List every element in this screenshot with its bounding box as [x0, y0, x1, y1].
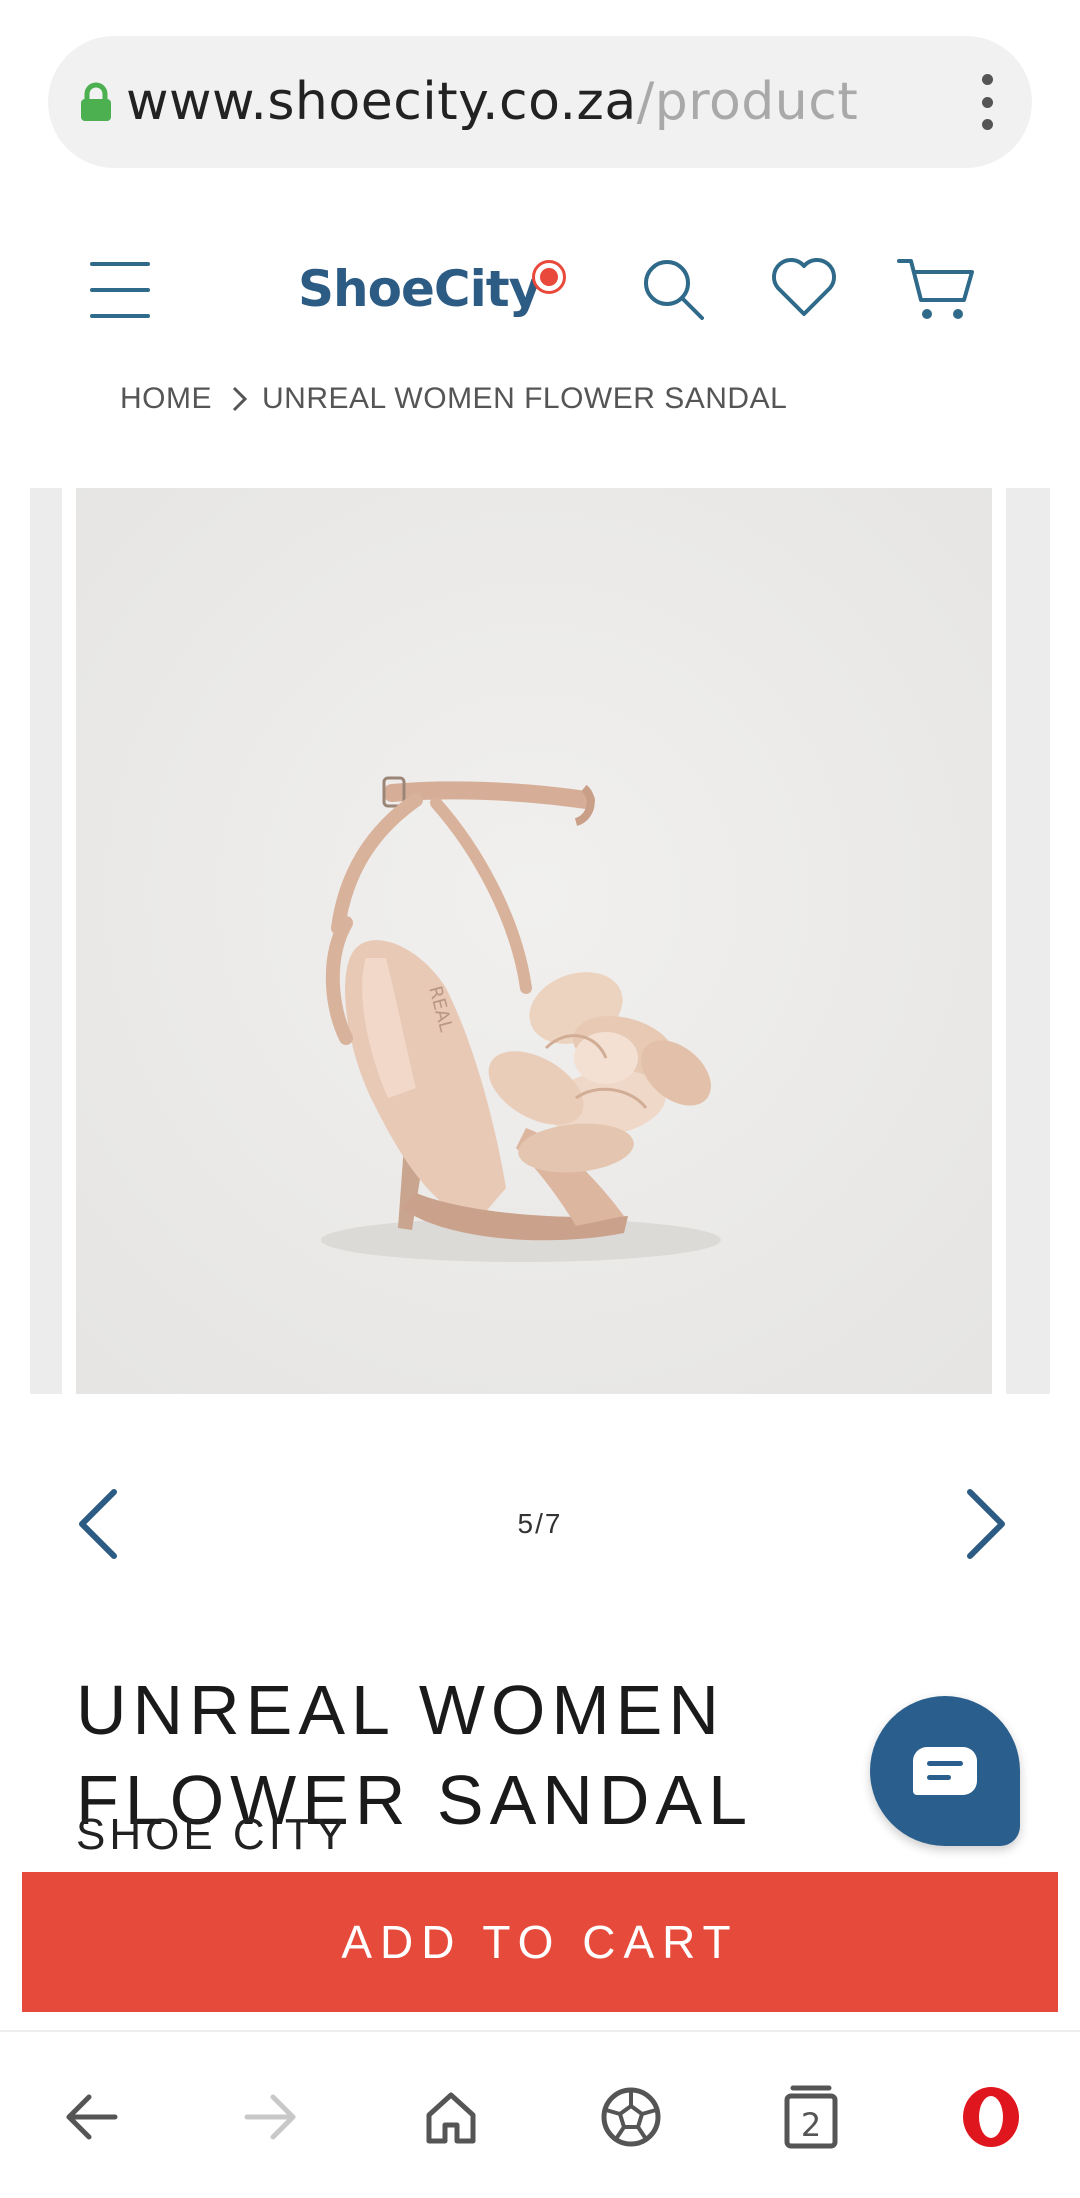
chevron-right-icon	[232, 386, 248, 412]
cart-icon[interactable]	[896, 256, 976, 324]
breadcrumb-current: UNREAL WOMEN FLOWER SANDAL	[262, 382, 788, 415]
sandal-illustration: REAL	[76, 488, 992, 1394]
tab-count: 2	[801, 2106, 821, 2144]
breadcrumb: HOME UNREAL WOMEN FLOWER SANDAL	[120, 382, 787, 416]
arrow-left-icon	[66, 2094, 118, 2140]
site-header: ShoeCity	[0, 240, 1080, 350]
image-counter: 5/7	[517, 1508, 563, 1539]
menu-icon[interactable]	[90, 262, 150, 318]
browser-bottom-nav: 2	[0, 2030, 1080, 2198]
gallery-previous-peek	[30, 488, 62, 1394]
product-image[interactable]: REAL	[76, 488, 992, 1394]
product-brand: SHOE CITY	[76, 1810, 350, 1859]
soccer-ball-icon	[601, 2087, 661, 2147]
next-image-button[interactable]	[960, 1486, 1010, 1562]
back-button[interactable]	[56, 2082, 126, 2152]
chat-button[interactable]	[870, 1696, 1020, 1846]
gallery-next-peek	[1006, 488, 1050, 1394]
tabs-button[interactable]: 2	[776, 2082, 846, 2152]
add-to-cart-button[interactable]: ADD TO CART	[22, 1872, 1058, 2012]
home-button[interactable]	[416, 2082, 486, 2152]
url-path: /product	[636, 72, 859, 132]
opera-menu-button[interactable]	[956, 2082, 1026, 2152]
url-text: www.shoecity.co.za/product	[126, 72, 972, 132]
gallery-pager: 5/7	[0, 1486, 1080, 1566]
home-icon	[426, 2092, 476, 2144]
url-domain: www.shoecity.co.za	[126, 72, 637, 132]
opera-logo-icon	[963, 2087, 1019, 2147]
site-logo[interactable]: ShoeCity	[298, 260, 541, 318]
forward-button[interactable]	[236, 2082, 306, 2152]
wishlist-heart-icon[interactable]	[770, 256, 838, 318]
lock-icon	[81, 82, 111, 121]
arrow-right-icon	[244, 2094, 296, 2140]
browser-menu-icon[interactable]	[972, 74, 1002, 130]
speed-dial-button[interactable]	[596, 2082, 666, 2152]
address-bar[interactable]: www.shoecity.co.za/product	[48, 36, 1032, 168]
page: www.shoecity.co.za/product ShoeCity HOME…	[0, 0, 1080, 2198]
breadcrumb-home[interactable]: HOME	[120, 382, 212, 416]
search-icon[interactable]	[640, 256, 706, 322]
chat-icon	[913, 1747, 977, 1795]
tabs-icon: 2	[784, 2085, 838, 2149]
logo-dot-icon	[532, 260, 566, 294]
